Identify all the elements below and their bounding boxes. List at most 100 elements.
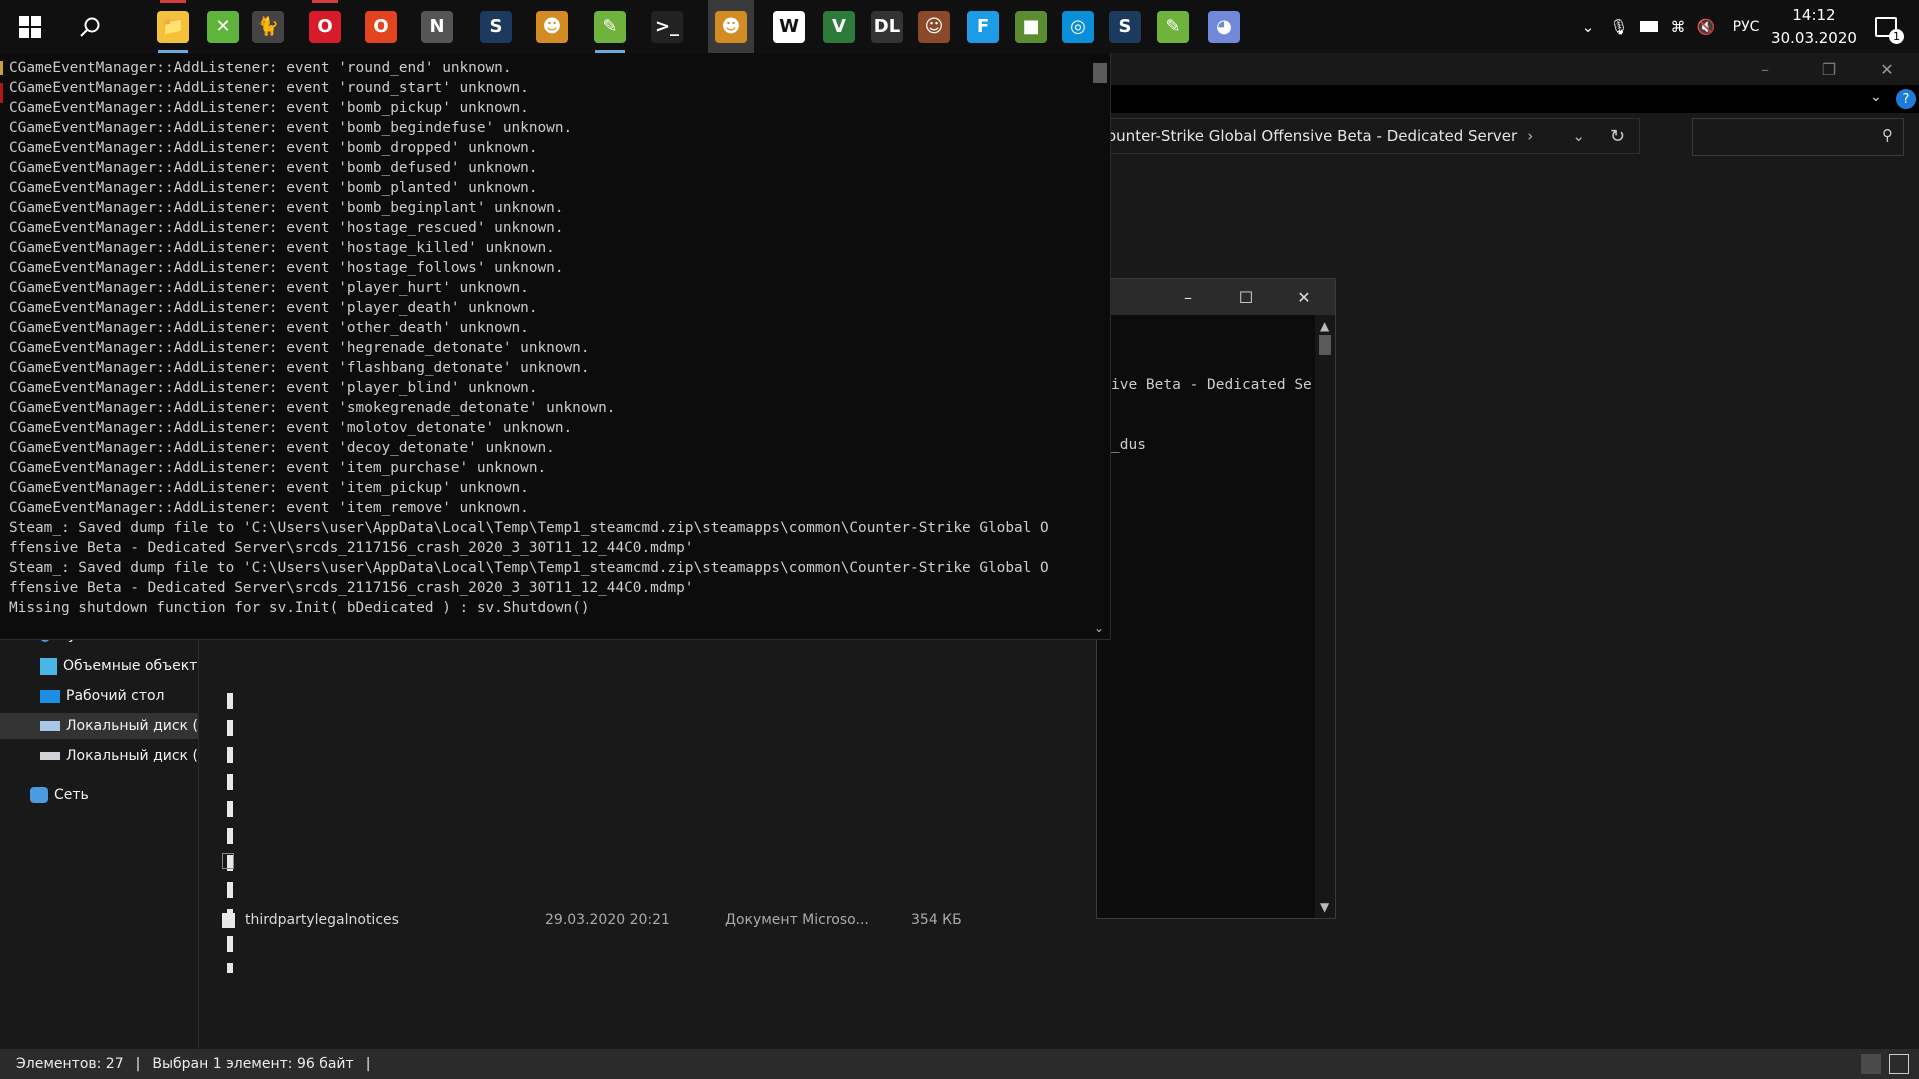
explorer-restore-button[interactable]: ❐	[1804, 53, 1854, 85]
left-edge-marker	[0, 61, 3, 75]
nav-item-3d-objects[interactable]: Объемные объекты	[40, 653, 198, 679]
file-name: thirdpartylegalnotices	[245, 912, 399, 928]
taskbar-app-file-explorer[interactable]: 📁	[150, 0, 196, 53]
explorer-minimize-button[interactable]: –	[1740, 53, 1790, 85]
search-icon: ⚲	[1882, 126, 1893, 144]
close-button[interactable]: ✕	[1275, 279, 1333, 315]
nav-item-label: Локальный диск (D:	[66, 748, 198, 764]
minecraft-icon: ■	[1015, 10, 1047, 43]
battery-icon[interactable]	[1636, 0, 1662, 53]
taskbar-app-cat-launcher[interactable]: 🐈	[245, 0, 291, 53]
taskbar-app-command-prompt[interactable]: >_	[644, 0, 690, 53]
refresh-icon[interactable]: ↻	[1610, 126, 1625, 147]
file-date: 29.03.2020 20:21	[545, 912, 670, 928]
taskbar-app-cs-go[interactable]: ☻	[529, 0, 575, 53]
nav-item-desktop[interactable]: Рабочий стол	[40, 683, 198, 709]
console-line: CGameEventManager::AddListener: event 'i…	[9, 480, 529, 496]
console-line: CGameEventManager::AddListener: event 'r…	[9, 80, 529, 96]
taskbar-app-office[interactable]: O	[358, 0, 404, 53]
clock-date: 30.03.2020	[1771, 29, 1857, 47]
scrollbar[interactable]: ⌄	[1090, 53, 1110, 639]
taskbar-app-faceit[interactable]: F	[960, 0, 1006, 53]
taskbar: 📁 ✕ 🐈 O O N S ☻ ✎ >_ ☻ W V DL ☺ F ■ ◎ S ✎ ◕ ⌄ 🎙 ⌘ 🔇 РУС 14:1…	[0, 0, 1919, 53]
taskbar-app-watch-dogs-2[interactable]: W	[766, 0, 812, 53]
address-dropdown-icon[interactable]: ⌄	[1572, 127, 1585, 145]
nav-item-drive-d[interactable]: Локальный диск (D:	[40, 743, 198, 769]
console-title-bar[interactable]: – ☐ ✕	[1097, 279, 1335, 315]
status-bar: Элементов: 27 | Выбран 1 элемент: 96 бай…	[0, 1049, 1919, 1079]
details-view-button[interactable]	[1861, 1054, 1881, 1074]
taskbar-app-notepad-2[interactable]: ✎	[1150, 0, 1196, 53]
taskbar-app-hotline[interactable]: ☺	[911, 0, 957, 53]
taskbar-app-dying-light[interactable]: DL	[864, 0, 910, 53]
faceit-icon: F	[967, 10, 999, 43]
console-line: CGameEventManager::AddListener: event 'b…	[9, 200, 564, 216]
volume-muted-icon[interactable]: 🔇	[1693, 0, 1719, 53]
battery-shape	[1640, 21, 1658, 32]
command-prompt-icon: >_	[651, 10, 683, 43]
console-output: CGameEventManager::AddListener: event 'r…	[9, 58, 1091, 618]
file-row[interactable]: thirdpartylegalnotices 29.03.2020 20:21 …	[222, 908, 962, 932]
breadcrumb-chevron-icon[interactable]: ›	[1527, 127, 1533, 145]
nav-item-label: Объемные объекты	[63, 658, 198, 674]
notion-icon: N	[421, 10, 453, 43]
notification-icon: 1	[1875, 16, 1904, 44]
console-line: ffensive Beta - Dedicated Server\srcds_2…	[9, 540, 694, 556]
address-bar[interactable]: ounter-Strike Global Offensive Beta - De…	[1090, 118, 1640, 154]
console-line: CGameEventManager::AddListener: event 'b…	[9, 100, 529, 116]
console-window-main: CGameEventManager::AddListener: event 'r…	[0, 53, 1111, 640]
minimize-button[interactable]: –	[1159, 279, 1217, 315]
search-button[interactable]	[62, 0, 118, 53]
explorer-close-button[interactable]: ✕	[1862, 53, 1912, 85]
microphone-icon[interactable]: 🎙	[1606, 0, 1632, 53]
console-line: CGameEventManager::AddListener: event 's…	[9, 400, 616, 416]
nav-item-drive-c[interactable]: Локальный диск (C:	[0, 713, 198, 739]
console-line: CGameEventManager::AddListener: event 'm…	[9, 420, 573, 436]
taskbar-app-xbox[interactable]: ✕	[200, 0, 246, 53]
tiles-view-button[interactable]	[1889, 1054, 1909, 1074]
steam-2-icon: S	[1109, 10, 1141, 43]
taskbar-app-opera[interactable]: O	[302, 0, 348, 53]
checkbox-icon	[222, 853, 234, 869]
taskbar-app-notion[interactable]: N	[414, 0, 460, 53]
taskbar-app-minecraft[interactable]: ■	[1008, 0, 1054, 53]
console-line: CGameEventManager::AddListener: event 'p…	[9, 280, 529, 296]
language-indicator[interactable]: РУС	[1727, 0, 1765, 53]
taskbar-app-uplay[interactable]: ◎	[1055, 0, 1101, 53]
taskbar-app-gta-v[interactable]: V	[816, 0, 862, 53]
file-type: Документ Microso...	[725, 912, 869, 928]
start-button[interactable]	[2, 0, 58, 53]
taskbar-app-steam[interactable]: S	[473, 0, 519, 53]
scrollbar-thumb[interactable]	[1319, 335, 1331, 355]
nav-item-label: Локальный диск (C:	[66, 718, 198, 734]
search-input[interactable]: ⚲	[1692, 118, 1904, 156]
taskbar-app-notepad-[interactable]: ✎	[587, 0, 633, 53]
notification-center-button[interactable]: 1	[1866, 0, 1906, 53]
steam-icon: S	[480, 10, 512, 43]
notepad--icon: ✎	[594, 10, 626, 43]
scrollbar[interactable]: ▲ ▼	[1315, 315, 1335, 918]
nav-item-network[interactable]: Сеть	[30, 782, 188, 808]
cs-go-icon: ☻	[536, 10, 568, 43]
uplay-icon: ◎	[1062, 10, 1094, 43]
cat-launcher-icon: 🐈	[252, 10, 284, 43]
scroll-up-icon[interactable]: ▲	[1320, 319, 1329, 333]
opera-icon: O	[309, 10, 341, 43]
office-icon: O	[365, 10, 397, 43]
tray-overflow-icon[interactable]: ⌄	[1575, 0, 1601, 53]
scroll-down-icon[interactable]: ▼	[1320, 900, 1329, 914]
help-icon[interactable]: ?	[1896, 89, 1916, 109]
ribbon-expand-icon[interactable]: ⌄	[1870, 89, 1882, 105]
taskbar-app-discord[interactable]: ◕	[1201, 0, 1247, 53]
clock[interactable]: 14:12 30.03.2020	[1769, 4, 1859, 50]
wifi-icon[interactable]: ⌘	[1665, 0, 1691, 53]
scrollbar-thumb[interactable]	[1093, 63, 1107, 83]
console-line: CGameEventManager::AddListener: event 'i…	[9, 460, 547, 476]
breadcrumb[interactable]: ounter-Strike Global Offensive Beta - De…	[1107, 127, 1517, 145]
maximize-button[interactable]: ☐	[1217, 279, 1275, 315]
gta-v-icon: V	[823, 10, 855, 43]
console-line: Steam_: Saved dump file to 'C:\Users\use…	[9, 560, 1049, 576]
scroll-down-icon[interactable]: ⌄	[1094, 621, 1104, 635]
taskbar-app-steam-2[interactable]: S	[1102, 0, 1148, 53]
taskbar-app-cs-go-dedicated-server[interactable]: ☻	[708, 0, 754, 53]
